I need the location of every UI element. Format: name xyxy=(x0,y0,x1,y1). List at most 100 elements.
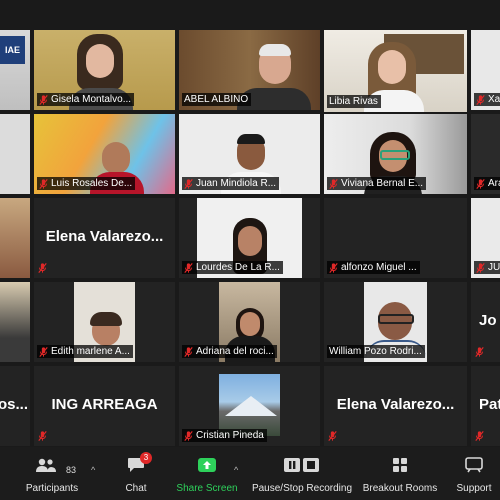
participant-name: Juan Mindiola R... xyxy=(182,177,280,190)
video-tile[interactable]: JU xyxy=(471,198,500,278)
mic-muted-icon xyxy=(39,347,48,357)
video-tile[interactable]: ABEL ALBINO xyxy=(179,30,320,110)
glasses-icon xyxy=(378,314,414,324)
participants-button[interactable]: 83 Participants xyxy=(20,447,84,500)
video-tile[interactable]: Lourdes De La R... xyxy=(179,198,320,278)
video-tile[interactable]: Adriana del roci... xyxy=(179,282,320,362)
person-face xyxy=(378,50,406,84)
person-face xyxy=(240,312,260,336)
video-feed xyxy=(0,282,30,362)
mic-muted-icon xyxy=(475,431,484,441)
mic-muted-icon xyxy=(38,431,47,441)
support-icon xyxy=(465,457,483,473)
video-tile[interactable]: Ara xyxy=(471,114,500,194)
breakout-rooms-icon xyxy=(393,458,407,472)
video-off-tile[interactable]: ING ARREAGA xyxy=(34,366,175,446)
person-hair xyxy=(237,134,265,144)
participants-caret-icon[interactable]: ^ xyxy=(91,465,95,475)
video-tile[interactable]: Edith marlene A... xyxy=(34,282,175,362)
participant-name: William Pozo Rodri... xyxy=(327,345,425,358)
participant-name: Edith marlene A... xyxy=(37,345,133,358)
share-screen-icon xyxy=(198,458,216,472)
participants-label: Participants xyxy=(25,483,79,494)
pause-stop-recording-button[interactable]: Pause/Stop Recording xyxy=(250,447,354,500)
person-face xyxy=(102,142,130,174)
video-tile[interactable] xyxy=(0,114,30,194)
participant-name: Cristian Pineda xyxy=(182,429,267,442)
participant-display-name: os... xyxy=(0,395,28,413)
participant-name: ABEL ALBINO xyxy=(182,93,252,106)
participant-name: Ara xyxy=(474,177,500,190)
mic-muted-icon xyxy=(328,431,337,441)
mic-muted-icon xyxy=(39,95,48,105)
participant-name: JU xyxy=(474,261,500,274)
participant-name: Libia Rivas xyxy=(327,95,381,108)
participant-name: Lourdes De La R... xyxy=(182,261,283,274)
pause-stop-icon xyxy=(284,458,319,472)
participant-name: alfonzo Miguel ... xyxy=(327,261,420,274)
iae-logo: IAE xyxy=(0,36,25,64)
mic-muted-icon xyxy=(184,179,193,189)
mic-muted-icon xyxy=(184,263,193,273)
support-button[interactable]: Support xyxy=(450,447,498,500)
video-off-tile[interactable]: alfonzo Miguel ... xyxy=(324,198,467,278)
chat-badge: 3 xyxy=(140,452,152,464)
video-tile[interactable]: Xa xyxy=(471,30,500,110)
person-hair xyxy=(90,312,122,326)
mic-muted-icon xyxy=(329,263,338,273)
video-tile[interactable]: William Pozo Rodri... xyxy=(324,282,467,362)
glasses-icon xyxy=(380,150,410,160)
support-label: Support xyxy=(456,483,492,494)
video-feed: IAE xyxy=(0,30,30,110)
mic-muted-icon xyxy=(184,347,193,357)
video-tile[interactable]: Juan Mindiola R... xyxy=(179,114,320,194)
video-tile[interactable]: Viviana Bernal E... xyxy=(324,114,467,194)
breakout-rooms-button[interactable]: Breakout Rooms xyxy=(362,447,438,500)
video-tile[interactable]: IAE xyxy=(0,30,30,110)
video-tile[interactable]: Gisela Montalvo... xyxy=(34,30,175,110)
participant-display-name: Elena Valarezo... xyxy=(336,395,455,413)
video-tile[interactable]: Luis Rosales De... xyxy=(34,114,175,194)
participants-count: 83 xyxy=(66,465,77,475)
chat-label: Chat xyxy=(125,483,147,494)
mic-muted-icon xyxy=(329,179,338,189)
mic-muted-icon xyxy=(184,431,193,441)
participant-display-name: Pat xyxy=(479,395,500,413)
person-face xyxy=(86,44,114,78)
mic-muted-icon xyxy=(39,179,48,189)
participant-name: Xa xyxy=(474,93,500,106)
person-face xyxy=(238,226,262,256)
mic-muted-icon xyxy=(476,95,485,105)
video-off-tile[interactable]: Jo xyxy=(471,282,500,362)
video-off-tile[interactable]: Elena Valarezo... xyxy=(324,366,467,446)
share-screen-button[interactable]: Share Screen xyxy=(176,447,238,500)
mic-muted-icon xyxy=(476,263,485,273)
person-hair xyxy=(259,44,291,56)
video-tile[interactable] xyxy=(0,282,30,362)
share-screen-label: Share Screen xyxy=(176,483,238,494)
mic-muted-icon xyxy=(476,179,485,189)
video-feed xyxy=(219,374,280,436)
participant-name: Gisela Montalvo... xyxy=(37,93,135,106)
video-tile[interactable]: Cristian Pineda xyxy=(179,366,320,446)
share-caret-icon[interactable]: ^ xyxy=(234,465,238,475)
video-off-tile[interactable]: Pat xyxy=(471,366,500,446)
video-feed xyxy=(0,198,30,278)
participant-display-name: Elena Valarezo... xyxy=(45,227,164,245)
video-off-tile[interactable]: os... xyxy=(0,366,30,446)
meeting-toolbar: 83 Participants ^ 3 Chat Share Screen ^ … xyxy=(0,447,500,500)
participant-display-name: ING ARREAGA xyxy=(51,395,158,413)
participants-icon xyxy=(36,458,56,472)
mic-muted-icon xyxy=(38,263,47,273)
participant-name: Luis Rosales De... xyxy=(37,177,136,190)
video-tile[interactable] xyxy=(0,198,30,278)
video-feed xyxy=(0,114,30,194)
chat-button[interactable]: 3 Chat xyxy=(116,447,156,500)
participant-name: Adriana del roci... xyxy=(182,345,277,358)
active-speaker-tile[interactable]: Libia Rivas xyxy=(324,30,467,112)
participant-name: Viviana Bernal E... xyxy=(327,177,427,190)
mountain-image xyxy=(225,396,277,416)
pause-stop-recording-label: Pause/Stop Recording xyxy=(251,483,353,494)
mic-muted-icon xyxy=(475,347,484,357)
video-off-tile[interactable]: Elena Valarezo... xyxy=(34,198,175,278)
